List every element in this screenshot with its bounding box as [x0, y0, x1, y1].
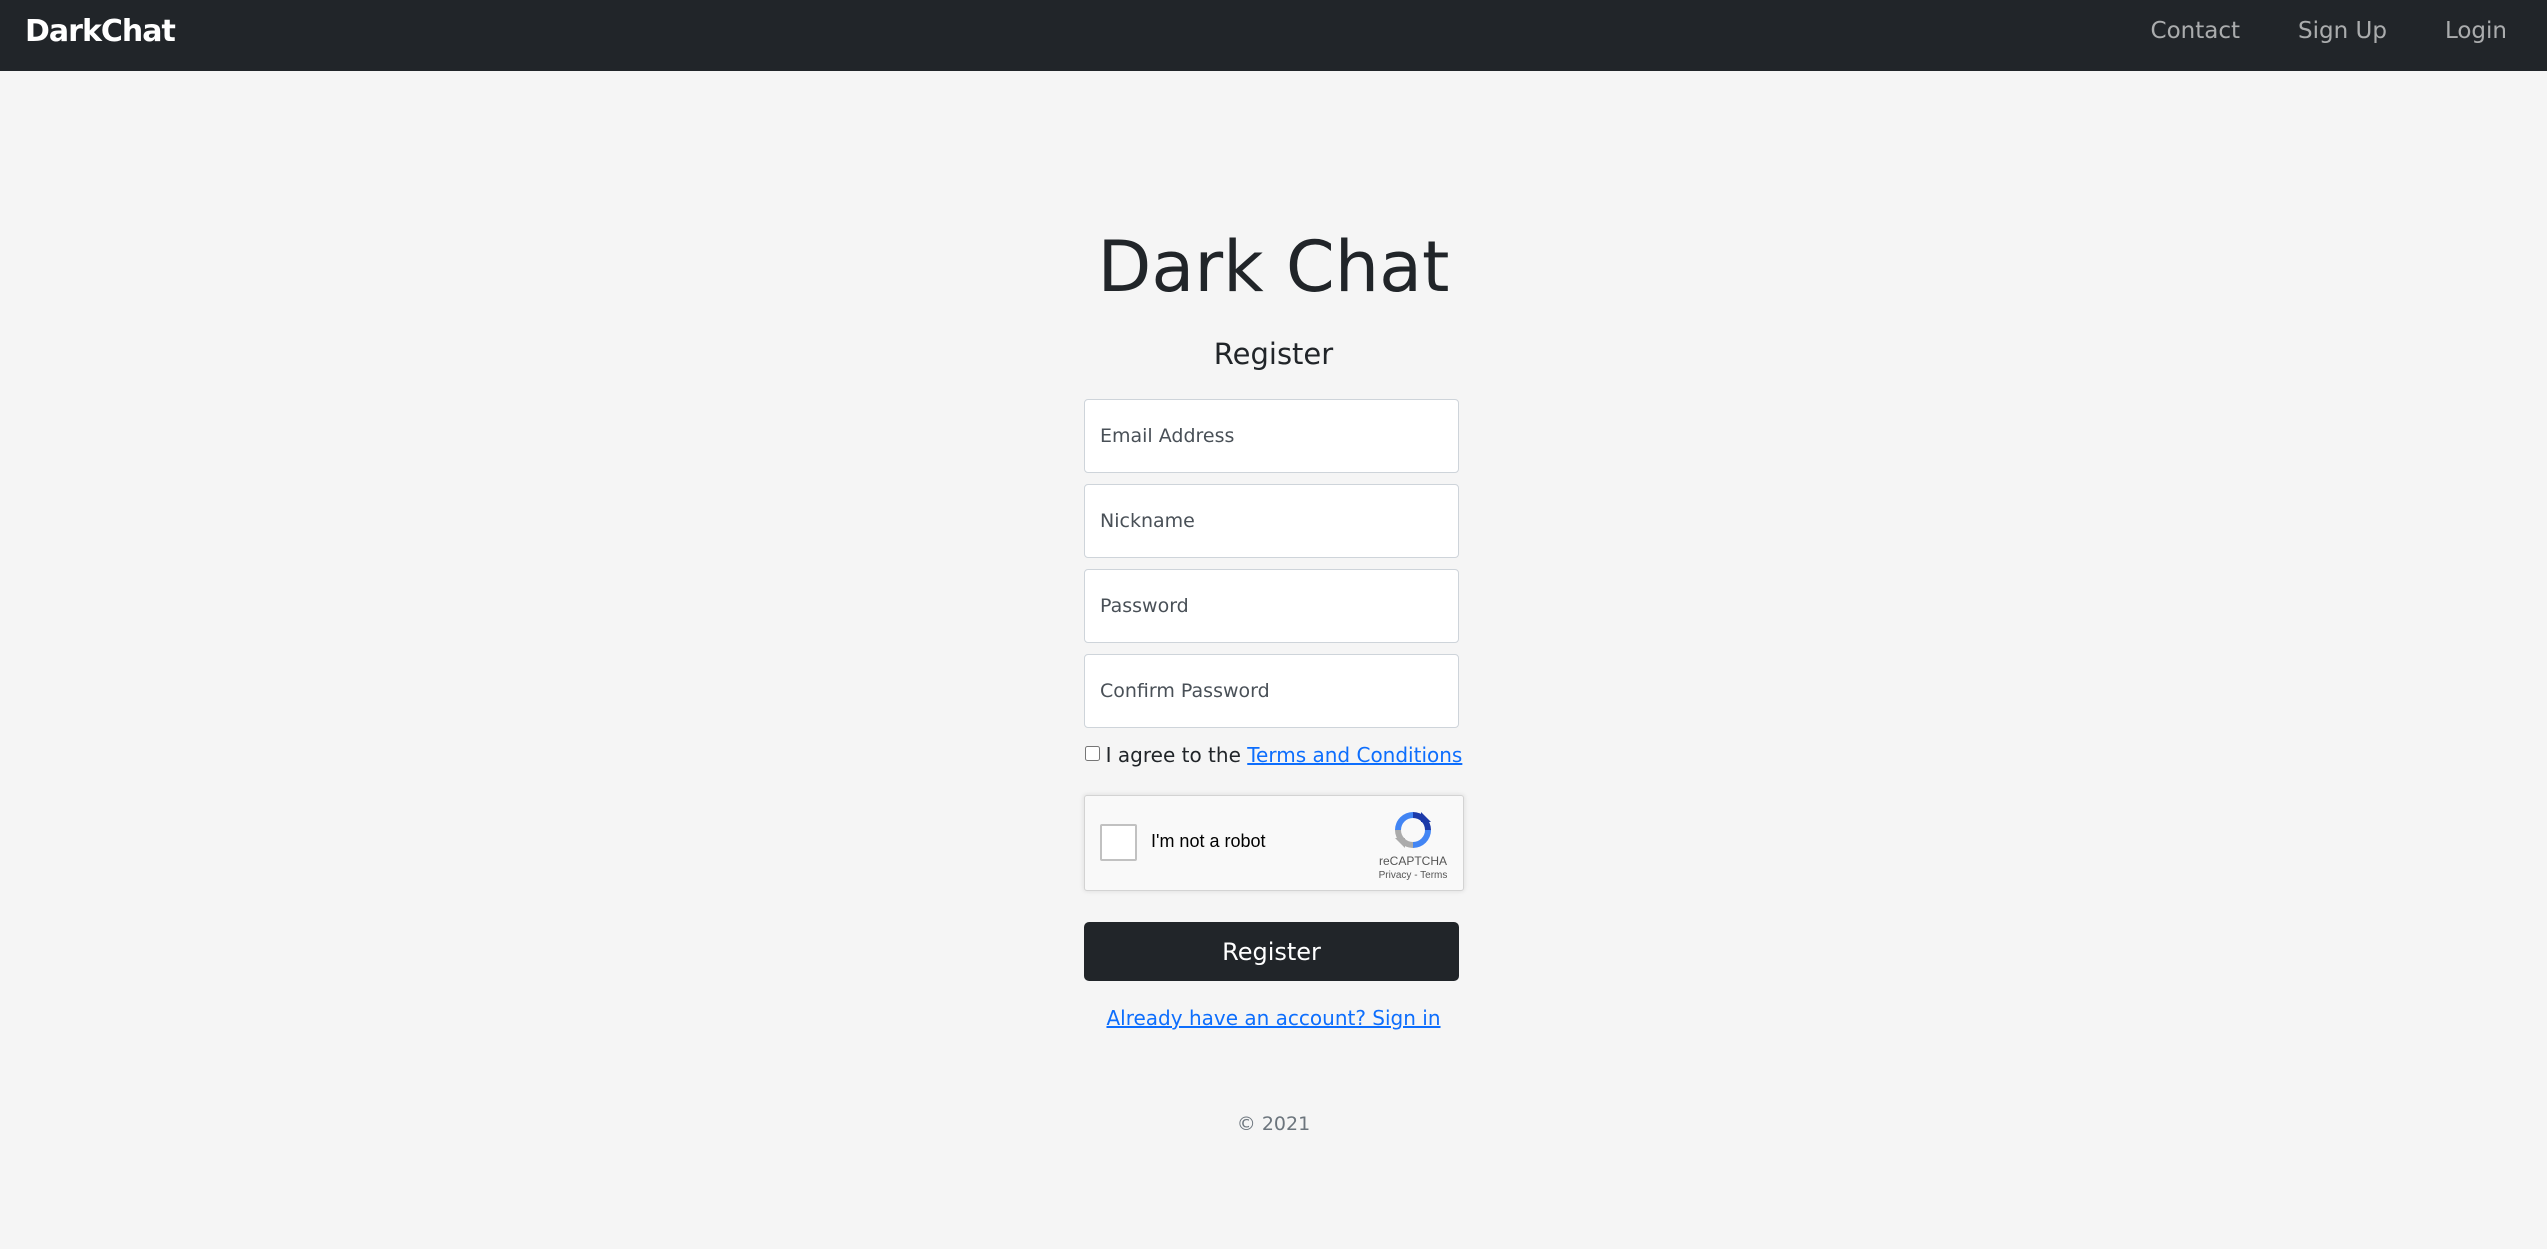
brand-logo-link[interactable]: DarkChat: [25, 14, 176, 49]
nav-link-contact[interactable]: Contact: [2151, 18, 2240, 44]
terms-text: I agree to the: [1105, 743, 1248, 767]
signin-link[interactable]: Already have an account? Sign in: [1106, 1006, 1440, 1030]
recaptcha-logo-icon: [1395, 812, 1431, 848]
nav-link-sign-up[interactable]: Sign Up: [2298, 18, 2387, 44]
confirm-password-input[interactable]: [1084, 654, 1459, 728]
footer-copyright: © 2021: [1236, 1113, 1311, 1135]
form-heading: Register: [1213, 337, 1334, 371]
terms-link[interactable]: Terms and Conditions: [1247, 743, 1462, 767]
nickname-input[interactable]: [1084, 484, 1459, 558]
nav-links: Contact Sign Up Login: [2151, 18, 2507, 44]
email-input[interactable]: [1084, 399, 1459, 473]
recaptcha-brand: reCAPTCHA: [1378, 854, 1447, 868]
top-navbar: DarkChat Contact Sign Up Login: [0, 0, 2547, 71]
recaptcha-terms-link[interactable]: Terms: [1420, 870, 1447, 881]
recaptcha-widget: I'm not a robot reCAPTCHA Privacy - Term…: [1084, 795, 1464, 891]
password-input[interactable]: [1084, 569, 1459, 643]
terms-checkbox[interactable]: [1084, 746, 1100, 761]
recaptcha-label: I'm not a robot: [1151, 831, 1266, 851]
register-button[interactable]: Register: [1084, 922, 1459, 981]
recaptcha-checkbox[interactable]: [1100, 824, 1137, 861]
nav-link-login[interactable]: Login: [2445, 18, 2507, 44]
signin-prompt: Already have an account? Sign in: [0, 1004, 2547, 1032]
recaptcha-links: Privacy - Terms: [1365, 870, 1461, 881]
page-title: Dark Chat: [1097, 226, 1450, 308]
terms-agreement: I agree to the Terms and Conditions: [0, 741, 2547, 769]
recaptcha-privacy-link[interactable]: Privacy: [1379, 870, 1412, 881]
recaptcha-separator: -: [1411, 870, 1421, 881]
